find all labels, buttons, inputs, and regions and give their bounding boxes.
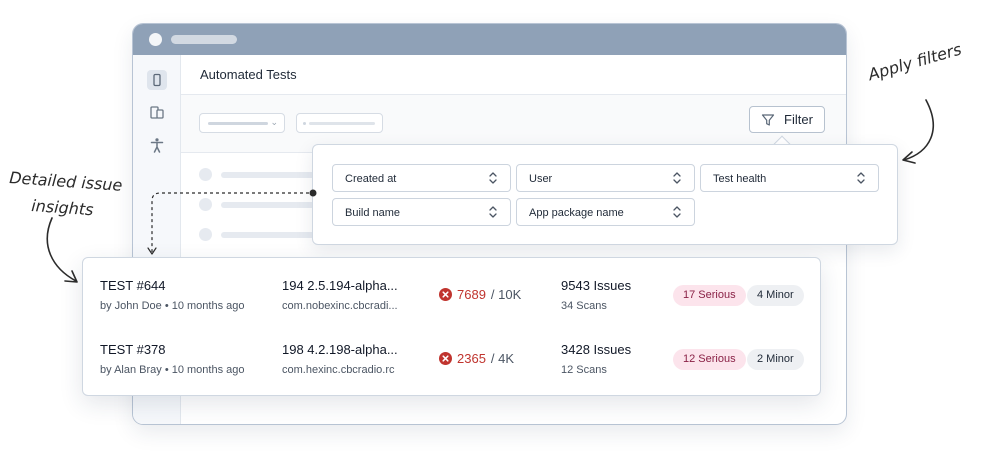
minor-badge: 2 Minor: [747, 349, 804, 370]
issues-count: 3428 Issues: [561, 342, 632, 357]
total-value: / 10K: [490, 287, 522, 302]
search-dot-icon: [303, 122, 306, 125]
scans-count: 12 Scans: [561, 364, 607, 376]
error-x-circle-icon: [439, 288, 452, 301]
table-row[interactable]: TEST #644 by John Doe • 10 months ago: [100, 278, 245, 312]
placeholder-bar: [208, 122, 268, 125]
funnel-icon: [761, 113, 775, 126]
test-author: by John Doe • 10 months ago: [100, 300, 245, 312]
filter-field-label: App package name: [529, 207, 624, 219]
placeholder-bar: [309, 122, 375, 125]
error-x-circle-icon: [439, 352, 452, 365]
window-titlebar: [133, 24, 846, 55]
chevron-up-down-icon: [489, 172, 497, 184]
filter-created-at-select[interactable]: Created at: [332, 164, 511, 192]
filter-app-package-name-select[interactable]: App package name: [516, 198, 695, 226]
error-value: 7689: [457, 287, 486, 302]
error-value: 2365: [457, 351, 486, 366]
scans-count: 34 Scans: [561, 300, 607, 312]
test-id[interactable]: TEST #644: [100, 278, 245, 293]
apply-filters-arrow: [903, 99, 935, 161]
chevron-up-down-icon: [673, 206, 681, 218]
filter-user-select[interactable]: User: [516, 164, 695, 192]
window-control-dot[interactable]: [149, 33, 162, 46]
chevron-up-down-icon: [673, 172, 681, 184]
total-value: / 4K: [490, 351, 515, 366]
results-card: TEST #644 by John Doe • 10 months ago 19…: [82, 257, 821, 396]
build-cell: 198 4.2.198-alpha... com.hexinc.cbcradio…: [282, 342, 398, 376]
issues-count: 9543 Issues: [561, 278, 632, 293]
filter-test-health-select[interactable]: Test health: [700, 164, 879, 192]
multi-device-icon[interactable]: [147, 103, 167, 123]
accessibility-icon[interactable]: [147, 135, 167, 155]
issues-cell: 3428 Issues 12 Scans: [561, 342, 631, 376]
mobile-device-icon[interactable]: [147, 70, 167, 90]
search-placeholder[interactable]: [296, 113, 383, 133]
app-package: com.nobexinc.cbcradi...: [282, 300, 398, 312]
chevron-up-down-icon: [857, 172, 865, 184]
table-row[interactable]: TEST #378 by Alan Bray • 10 months ago: [100, 342, 245, 376]
insights-arrowhead: [64, 270, 78, 283]
app-package: com.hexinc.cbcradio.rc: [282, 364, 395, 376]
error-count: 2365 / 4K: [439, 351, 514, 366]
apply-filters-annotation: Apply filters: [866, 39, 964, 85]
filter-field-label: Created at: [345, 173, 397, 185]
build-version: 194 2.5.194-alpha...: [282, 278, 398, 293]
filter-field-label: User: [529, 173, 553, 185]
filter-button[interactable]: Filter: [749, 106, 825, 133]
filter-panel: Created at User Test health Build name A…: [312, 144, 898, 245]
test-author: by Alan Bray • 10 months ago: [100, 364, 245, 376]
serious-badge: 12 Serious: [673, 349, 746, 370]
insights-arrow: [46, 217, 77, 282]
filter-button-label: Filter: [784, 112, 813, 127]
build-cell: 194 2.5.194-alpha... com.nobexinc.cbcrad…: [282, 278, 398, 312]
chevron-up-down-icon: [489, 206, 497, 218]
serious-badge: 17 Serious: [673, 285, 746, 306]
filter-field-label: Test health: [713, 173, 767, 185]
filter-build-name-select[interactable]: Build name: [332, 198, 511, 226]
insights-annotation-line2: insights: [30, 196, 95, 220]
build-version: 198 4.2.198-alpha...: [282, 342, 398, 357]
dropdown-placeholder[interactable]: ⌄: [199, 113, 285, 133]
error-count: 7689 / 10K: [439, 287, 521, 302]
page-title: Automated Tests: [200, 67, 297, 82]
apply-filters-arrowhead: [902, 151, 916, 164]
chevron-down-icon: ⌄: [270, 117, 278, 127]
minor-badge: 4 Minor: [747, 285, 804, 306]
test-id[interactable]: TEST #378: [100, 342, 245, 357]
window-title-placeholder: [171, 35, 237, 44]
insights-annotation-line1: Detailed issue: [8, 168, 124, 195]
filter-field-label: Build name: [345, 207, 401, 219]
issues-cell: 9543 Issues 34 Scans: [561, 278, 631, 312]
